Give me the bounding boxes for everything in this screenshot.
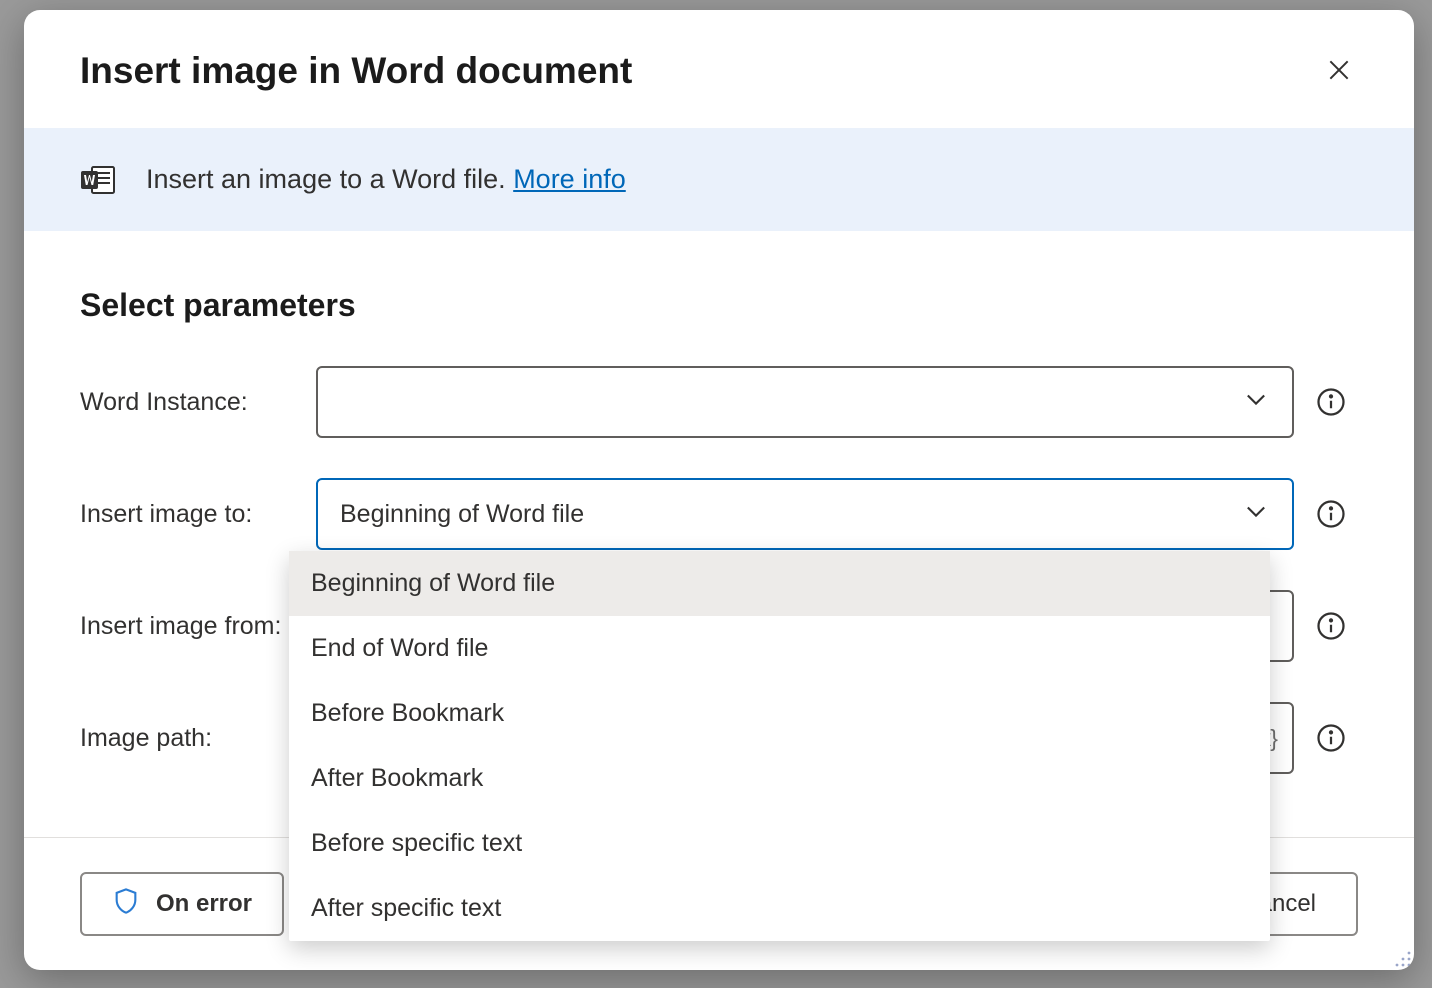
info-button[interactable]: [1304, 723, 1358, 753]
resize-grip[interactable]: [1394, 950, 1412, 968]
dialog-title: Insert image in Word document: [80, 50, 632, 92]
dropdown-option[interactable]: Before specific text: [289, 811, 1270, 876]
info-button[interactable]: [1304, 387, 1358, 417]
param-label: Word Instance:: [80, 388, 316, 417]
dialog-header: Insert image in Word document: [24, 10, 1414, 128]
dropdown-option[interactable]: End of Word file: [289, 616, 1270, 681]
banner-text: Insert an image to a Word file. More inf…: [146, 164, 626, 195]
close-button[interactable]: [1320, 51, 1358, 92]
param-control: [316, 366, 1294, 438]
action-config-dialog: Insert image in Word document Insert an …: [24, 10, 1414, 970]
param-row-insert-image-to: Insert image to: Beginning of Word file: [80, 478, 1358, 550]
section-title: Select parameters: [80, 287, 1358, 324]
param-label: Image path:: [80, 724, 316, 753]
info-button[interactable]: [1304, 499, 1358, 529]
param-label: Insert image from:: [80, 612, 316, 641]
banner-description: Insert an image to a Word file.: [146, 164, 513, 194]
on-error-label: On error: [156, 890, 252, 918]
on-error-button[interactable]: On error: [80, 872, 284, 936]
shield-icon: [112, 887, 140, 922]
dropdown-option[interactable]: Before Bookmark: [289, 681, 1270, 746]
chevron-down-icon: [1242, 497, 1270, 532]
word-instance-select[interactable]: [316, 366, 1294, 438]
word-icon: [80, 165, 116, 195]
select-value: Beginning of Word file: [340, 500, 584, 529]
param-control: Beginning of Word file: [316, 478, 1294, 550]
dropdown-option[interactable]: Beginning of Word file: [289, 551, 1270, 616]
info-banner: Insert an image to a Word file. More inf…: [24, 128, 1414, 231]
dropdown-option[interactable]: After Bookmark: [289, 746, 1270, 811]
param-label: Insert image to:: [80, 500, 316, 529]
close-icon: [1326, 57, 1352, 86]
chevron-down-icon: [1242, 385, 1270, 420]
param-row-word-instance: Word Instance:: [80, 366, 1358, 438]
insert-image-to-dropdown: Beginning of Word fileEnd of Word fileBe…: [289, 551, 1270, 941]
more-info-link[interactable]: More info: [513, 164, 626, 194]
insert-image-to-select[interactable]: Beginning of Word file: [316, 478, 1294, 550]
dropdown-option[interactable]: After specific text: [289, 876, 1270, 941]
info-button[interactable]: [1304, 611, 1358, 641]
